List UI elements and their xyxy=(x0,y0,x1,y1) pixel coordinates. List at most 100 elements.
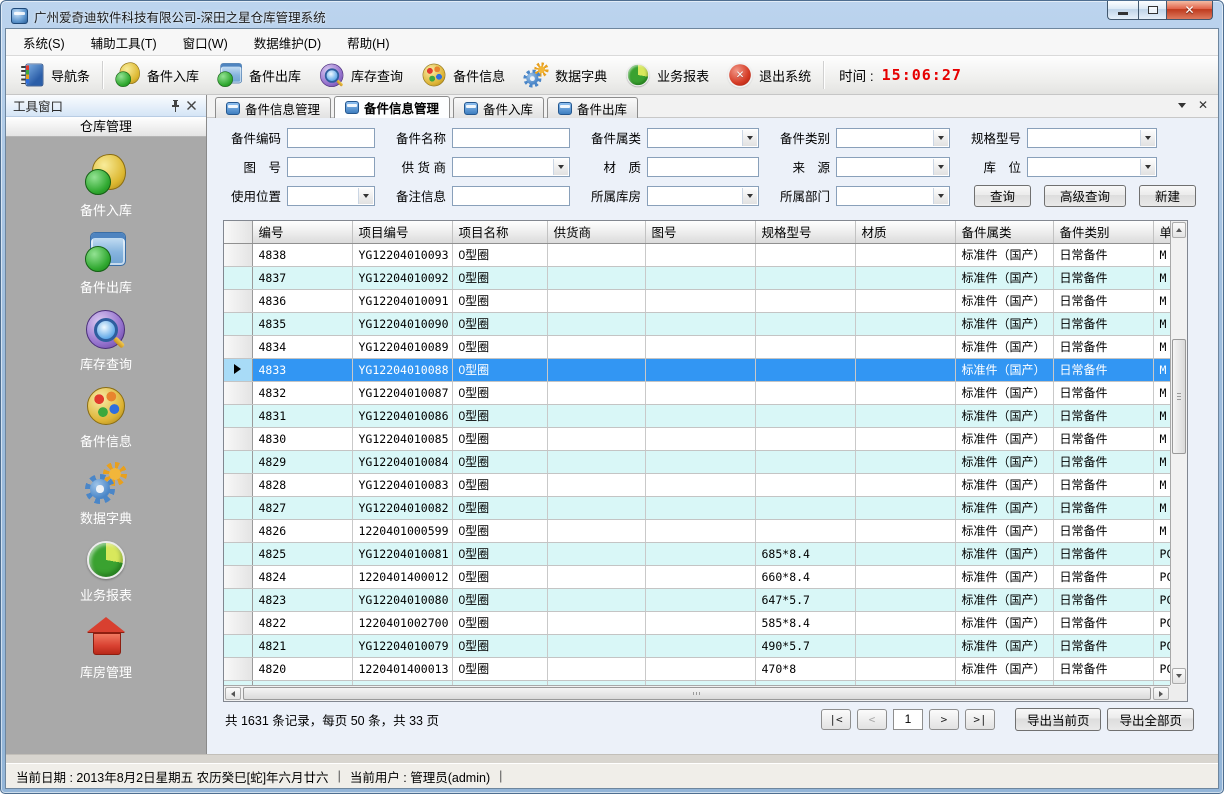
column-header[interactable]: 图号 xyxy=(645,221,755,243)
column-header[interactable]: 项目名称 xyxy=(452,221,547,243)
toolbar-button-notebook[interactable]: 导航条 xyxy=(10,60,99,90)
table-row[interactable]: 4829YG122040100840型圈标准件（国产）日常备件M xyxy=(224,450,1170,473)
first-page-button[interactable]: |< xyxy=(821,709,851,730)
next-page-button[interactable]: > xyxy=(929,709,959,730)
sidebar-item-palette[interactable]: 备件信息 xyxy=(80,384,132,450)
toolbar-button-search[interactable]: 库存查询 xyxy=(310,60,412,90)
maximize-button[interactable] xyxy=(1138,1,1167,20)
minimize-button[interactable] xyxy=(1107,1,1138,20)
table-row[interactable]: 4834YG122040100890型圈标准件（国产）日常备件M xyxy=(224,335,1170,358)
toolbar-button-exit[interactable]: 退出系统 xyxy=(718,60,820,90)
field-input[interactable] xyxy=(452,128,570,148)
menu-item-1[interactable]: 系统(S) xyxy=(10,28,78,57)
row-selector-cell[interactable] xyxy=(224,519,252,542)
row-selector-cell[interactable] xyxy=(224,473,252,496)
toolbar-button-gears[interactable]: 数据字典 xyxy=(514,60,616,90)
export-current-page-button[interactable]: 导出当前页 xyxy=(1015,708,1102,731)
table-row[interactable]: 482212204010027000型圈585*8.4标准件（国产）日常备件PC xyxy=(224,611,1170,634)
tab-3[interactable]: 备件入库 xyxy=(453,97,544,118)
row-selector-cell[interactable] xyxy=(224,634,252,657)
column-header[interactable]: 单位 xyxy=(1153,221,1170,243)
field-dropdown[interactable] xyxy=(836,128,950,148)
table-row[interactable]: 4823YG122040100800型圈647*5.7标准件（国产）日常备件PC xyxy=(224,588,1170,611)
sidebar-item-gears[interactable]: 数据字典 xyxy=(80,461,132,527)
table-row[interactable]: 4827YG122040100820型圈标准件（国产）日常备件M xyxy=(224,496,1170,519)
sidebar-item-pie[interactable]: 业务报表 xyxy=(80,538,132,604)
table-row[interactable]: 482412204014000120型圈660*8.4标准件（国产）日常备件PC xyxy=(224,565,1170,588)
column-header[interactable]: 备件属类 xyxy=(955,221,1053,243)
column-header[interactable]: 供货商 xyxy=(547,221,645,243)
field-input[interactable] xyxy=(287,157,375,177)
field-dropdown[interactable] xyxy=(647,186,759,206)
horizontal-scrollbar[interactable] xyxy=(224,685,1170,701)
column-header[interactable]: 备件类别 xyxy=(1053,221,1153,243)
close-button[interactable]: ✕ xyxy=(1167,1,1213,20)
field-dropdown[interactable] xyxy=(452,157,570,177)
field-input[interactable] xyxy=(647,157,759,177)
sidebar-item-outbox[interactable]: 备件出库 xyxy=(80,230,132,296)
toolbar-button-inbox[interactable]: 备件入库 xyxy=(106,60,208,90)
table-row[interactable]: 4825YG122040100810型圈685*8.4标准件（国产）日常备件PC xyxy=(224,542,1170,565)
field-dropdown[interactable] xyxy=(647,128,759,148)
close-tab-icon[interactable]: ✕ xyxy=(1198,99,1208,111)
toolbar-button-palette[interactable]: 备件信息 xyxy=(412,60,514,90)
row-selector-cell[interactable] xyxy=(224,542,252,565)
field-input[interactable] xyxy=(287,128,375,148)
row-selector-cell[interactable] xyxy=(224,312,252,335)
row-selector-cell[interactable] xyxy=(224,335,252,358)
row-selector-cell[interactable] xyxy=(224,427,252,450)
row-selector-cell[interactable] xyxy=(224,243,252,266)
table-row[interactable]: 4832YG122040100870型圈标准件（国产）日常备件M xyxy=(224,381,1170,404)
tab-1[interactable]: 备件信息管理 xyxy=(215,97,331,118)
toolbar-button-pie[interactable]: 业务报表 xyxy=(616,60,718,90)
table-row[interactable]: 4830YG122040100850型圈标准件（国产）日常备件M xyxy=(224,427,1170,450)
tab-4[interactable]: 备件出库 xyxy=(547,97,638,118)
column-header[interactable]: 项目编号 xyxy=(352,221,452,243)
table-row[interactable]: 4833YG122040100880型圈标准件（国产）日常备件M xyxy=(224,358,1170,381)
row-selector-cell[interactable] xyxy=(224,565,252,588)
table-row[interactable]: 482612204010005990型圈标准件（国产）日常备件M xyxy=(224,519,1170,542)
pin-icon[interactable] xyxy=(167,100,183,112)
scroll-left-icon[interactable] xyxy=(225,687,241,700)
row-selector-cell[interactable] xyxy=(224,404,252,427)
row-selector-cell[interactable] xyxy=(224,588,252,611)
sidebar-item-search[interactable]: 库存查询 xyxy=(80,307,132,373)
sidebar-close-icon[interactable] xyxy=(183,101,199,110)
row-selector-cell[interactable] xyxy=(224,496,252,519)
row-selector-cell[interactable] xyxy=(224,657,252,680)
column-header[interactable]: 材质 xyxy=(855,221,955,243)
sidebar-item-inbox[interactable]: 备件入库 xyxy=(80,153,132,219)
tab-list-dropdown-icon[interactable] xyxy=(1178,103,1186,108)
table-row[interactable]: 4828YG122040100830型圈标准件（国产）日常备件M xyxy=(224,473,1170,496)
row-selector-cell[interactable] xyxy=(224,611,252,634)
row-selector-cell[interactable] xyxy=(224,358,252,381)
menu-item-5[interactable]: 帮助(H) xyxy=(334,28,402,57)
menu-item-4[interactable]: 数据维护(D) xyxy=(241,28,334,57)
row-selector-cell[interactable] xyxy=(224,266,252,289)
row-selector-cell[interactable] xyxy=(224,381,252,404)
tab-2[interactable]: 备件信息管理 xyxy=(334,96,450,118)
table-row[interactable]: 4821YG122040100790型圈490*5.7标准件（国产）日常备件PC xyxy=(224,634,1170,657)
table-row[interactable]: 4836YG122040100910型圈标准件（国产）日常备件M xyxy=(224,289,1170,312)
sidebar-item-house[interactable]: 库房管理 xyxy=(80,615,132,681)
page-number-input[interactable] xyxy=(893,709,923,730)
field-dropdown[interactable] xyxy=(1027,128,1157,148)
column-header[interactable]: 编号 xyxy=(252,221,352,243)
table-row[interactable]: 4835YG122040100900型圈标准件（国产）日常备件M xyxy=(224,312,1170,335)
vertical-scrollbar[interactable] xyxy=(1170,221,1187,685)
row-selector-cell[interactable] xyxy=(224,289,252,312)
prev-page-button[interactable]: < xyxy=(857,709,887,730)
last-page-button[interactable]: >| xyxy=(965,709,995,730)
menu-item-3[interactable]: 窗口(W) xyxy=(170,28,241,57)
table-row[interactable]: 4837YG122040100920型圈标准件（国产）日常备件M xyxy=(224,266,1170,289)
row-selector-cell[interactable] xyxy=(224,450,252,473)
field-input[interactable] xyxy=(452,186,570,206)
field-dropdown[interactable] xyxy=(287,186,375,206)
advanced-query-button[interactable]: 高级查询 xyxy=(1044,185,1126,207)
new-button[interactable]: 新建 xyxy=(1139,185,1196,207)
table-row[interactable]: 4838YG122040100930型圈标准件（国产）日常备件M xyxy=(224,243,1170,266)
table-row[interactable]: 482012204014000130型圈470*8标准件（国产）日常备件PC xyxy=(224,657,1170,680)
scroll-right-icon[interactable] xyxy=(1153,687,1169,700)
scroll-up-icon[interactable] xyxy=(1172,222,1186,238)
field-dropdown[interactable] xyxy=(1027,157,1157,177)
